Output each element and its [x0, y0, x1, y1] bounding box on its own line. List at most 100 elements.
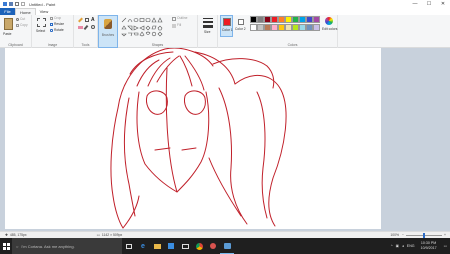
rotate-button[interactable]: Rotate [54, 28, 64, 32]
notifications-icon[interactable]: ▭ [444, 244, 447, 248]
tools-label: Tools [81, 43, 90, 47]
color-picker-icon[interactable] [83, 24, 89, 31]
redo-icon[interactable] [21, 2, 25, 6]
system-tray: ^ ▣ ◂ ENG 10:30 PM 10/9/2017 ▭ [391, 238, 450, 254]
app-icon[interactable] [206, 238, 220, 254]
window-title: Untitled - Paint [29, 1, 56, 7]
select-button[interactable]: Select [36, 29, 45, 33]
zoom-slider-thumb[interactable] [423, 232, 426, 238]
palette-swatch[interactable] [264, 16, 271, 23]
shapes-gallery[interactable] [121, 17, 169, 37]
colors-group: Edit colors Colors [248, 15, 338, 48]
paint-taskbar-icon[interactable] [220, 238, 234, 254]
palette-swatch[interactable] [271, 24, 278, 31]
palette-swatch[interactable] [257, 16, 264, 23]
fill-button[interactable]: Fill [177, 23, 181, 27]
cortana-search[interactable]: ○ I'm Cortana. Ask me anything. [12, 238, 122, 254]
network-icon[interactable]: ▣ [396, 244, 399, 248]
palette-swatch[interactable] [257, 24, 264, 31]
chrome-icon[interactable] [192, 238, 206, 254]
copy-button[interactable]: Copy [20, 23, 28, 27]
outline-button[interactable]: Outline [177, 16, 187, 20]
cursor-position: 485, 175px [9, 233, 27, 237]
palette-swatch[interactable] [278, 16, 285, 23]
task-view-icon[interactable] [122, 238, 136, 254]
canvas-size: 1142 × 509px [101, 233, 123, 237]
palette-swatch[interactable] [285, 16, 292, 23]
title-bar: Untitled - Paint — ☐ ✕ [0, 0, 450, 8]
fill-shape-icon[interactable] [172, 24, 176, 28]
status-bar: ✚ 485, 175px ▭ 1142 × 509px 100% − + [0, 231, 450, 238]
fill-icon[interactable] [85, 18, 89, 22]
text-icon[interactable]: A [91, 17, 95, 23]
palette-swatch[interactable] [250, 16, 257, 23]
palette-swatch[interactable] [264, 24, 271, 31]
palette-swatch[interactable] [278, 24, 285, 31]
maximize-button[interactable]: ☐ [422, 0, 436, 8]
zoom-out-button[interactable]: − [402, 233, 404, 237]
cursor-icon: ✚ [5, 233, 8, 237]
edit-colors-icon[interactable] [325, 17, 333, 25]
cut-icon[interactable] [16, 18, 19, 21]
clock-date: 10/9/2017 [420, 246, 437, 250]
mail-icon[interactable] [178, 238, 192, 254]
palette-swatch[interactable] [299, 16, 306, 23]
image-group: Select Crop Resize Rotate Image [32, 15, 74, 48]
color2-swatch [237, 19, 244, 25]
eraser-icon[interactable] [78, 26, 83, 29]
palette-swatch[interactable] [271, 16, 278, 23]
color1-button[interactable]: Color 1 [220, 15, 233, 37]
close-button[interactable]: ✕ [436, 0, 450, 8]
taskbar: ○ I'm Cortana. Ask me anything. e ^ ▣ ◂ … [0, 238, 450, 254]
start-button[interactable] [0, 238, 12, 254]
ribbon-tabs: File Home View [0, 8, 450, 15]
color2-button[interactable]: Color 2 [234, 15, 247, 37]
tab-file[interactable]: File [0, 8, 15, 15]
palette-swatch[interactable] [292, 24, 299, 31]
shapes-label: Shapes [151, 43, 164, 47]
resize-button[interactable]: Resize [54, 22, 64, 26]
store-icon[interactable] [164, 238, 178, 254]
undo-icon[interactable] [15, 2, 19, 6]
palette-swatch[interactable] [299, 24, 306, 31]
palette-swatch[interactable] [285, 24, 292, 31]
edit-colors-button[interactable]: Edit colors [322, 27, 337, 31]
image-label: Image [47, 43, 58, 47]
file-explorer-icon[interactable] [150, 238, 164, 254]
palette-swatch[interactable] [292, 16, 299, 23]
magnifier-icon[interactable] [91, 25, 95, 29]
edge-icon[interactable]: e [136, 238, 150, 254]
select-icon[interactable] [37, 18, 46, 27]
language-indicator[interactable]: ENG [407, 244, 415, 248]
brush-icon[interactable] [104, 19, 112, 29]
tray-chevron-icon[interactable]: ^ [391, 244, 393, 248]
minimize-button[interactable]: — [408, 0, 422, 8]
drawing-canvas[interactable] [5, 47, 381, 229]
palette-swatch[interactable] [250, 24, 257, 31]
tab-home[interactable]: Home [15, 8, 36, 15]
palette-swatch[interactable] [313, 24, 320, 31]
palette-swatch[interactable] [306, 16, 313, 23]
palette-swatch[interactable] [306, 24, 313, 31]
size-icon[interactable] [203, 18, 213, 28]
crop-icon[interactable] [50, 17, 53, 20]
outline-icon[interactable] [172, 17, 176, 21]
palette-swatch[interactable] [313, 16, 320, 23]
zoom-in-button[interactable]: + [444, 233, 446, 237]
pencil-icon[interactable] [78, 17, 83, 23]
clock[interactable]: 10:30 PM 10/9/2017 [417, 241, 441, 251]
zoom-slider[interactable] [406, 232, 443, 238]
copy-icon[interactable] [16, 24, 19, 27]
zoom-level: 100% [390, 233, 400, 237]
resize-icon[interactable] [50, 23, 53, 26]
crop-button[interactable]: Crop [54, 16, 61, 20]
size-group[interactable]: Size [198, 15, 218, 48]
paste-icon[interactable] [4, 18, 13, 30]
rotate-icon[interactable] [50, 29, 53, 32]
cut-button[interactable]: Cut [20, 17, 25, 21]
paste-button[interactable]: Paste [3, 32, 11, 36]
brushes-group[interactable]: Brushes [98, 15, 118, 48]
volume-icon[interactable]: ◂ [402, 244, 404, 248]
save-icon[interactable] [9, 2, 13, 6]
tab-view[interactable]: View [36, 9, 53, 14]
